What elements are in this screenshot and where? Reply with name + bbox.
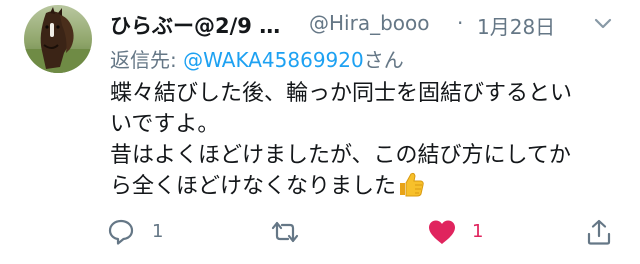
avatar[interactable] <box>24 5 92 73</box>
tweet-text-line-last: ら全くほどけなくなりました <box>110 171 620 202</box>
heart-icon <box>429 220 455 244</box>
tweet-text: 蝶々結びした後、輪っか同士を固結びするとい いですよ。 昔はよくほどけましたが、… <box>110 78 620 202</box>
tweet-text-line: いですよ。 <box>110 112 220 137</box>
thumbs-up-icon <box>400 172 424 197</box>
tweet-header: ひらぶー@2/9 … @Hira_booo · 1月28日 <box>110 8 630 40</box>
retweet-icon <box>271 221 299 243</box>
tweet-actions: 1 1 <box>0 218 640 248</box>
retweet-button[interactable] <box>269 218 303 248</box>
like-count: 1 <box>472 221 484 242</box>
tweet-text-line: 蝶々結びした後、輪っか同士を固結びするとい <box>110 81 573 106</box>
display-name[interactable]: ひらぶー@2/9 … <box>110 10 280 40</box>
share-button[interactable] <box>586 218 614 248</box>
like-button[interactable]: 1 <box>427 218 487 248</box>
separator-dot: · <box>457 11 464 35</box>
user-handle[interactable]: @Hira_booo <box>309 11 429 35</box>
reply-handle-link[interactable]: @WAKA45869920 <box>183 48 364 72</box>
replying-to-label: 返信先: <box>110 48 184 72</box>
tweet: ひらぶー@2/9 … @Hira_booo · 1月28日 返信先: @WAKA… <box>0 0 640 264</box>
reply-honorific: さん <box>363 48 404 72</box>
tweet-text-line: ら全くほどけなくなりました <box>110 174 397 199</box>
tweet-date[interactable]: 1月28日 <box>477 11 555 40</box>
chevron-down-icon[interactable] <box>594 18 612 30</box>
share-icon <box>587 219 611 245</box>
replying-to: 返信先: @WAKA45869920さん <box>110 44 404 73</box>
reply-count: 1 <box>152 221 164 242</box>
horse-avatar-image <box>24 5 92 73</box>
tweet-text-line: 昔はよくほどけましたが、この結び方にしてか <box>110 143 571 168</box>
reply-icon <box>108 219 134 245</box>
reply-button[interactable]: 1 <box>107 218 167 248</box>
